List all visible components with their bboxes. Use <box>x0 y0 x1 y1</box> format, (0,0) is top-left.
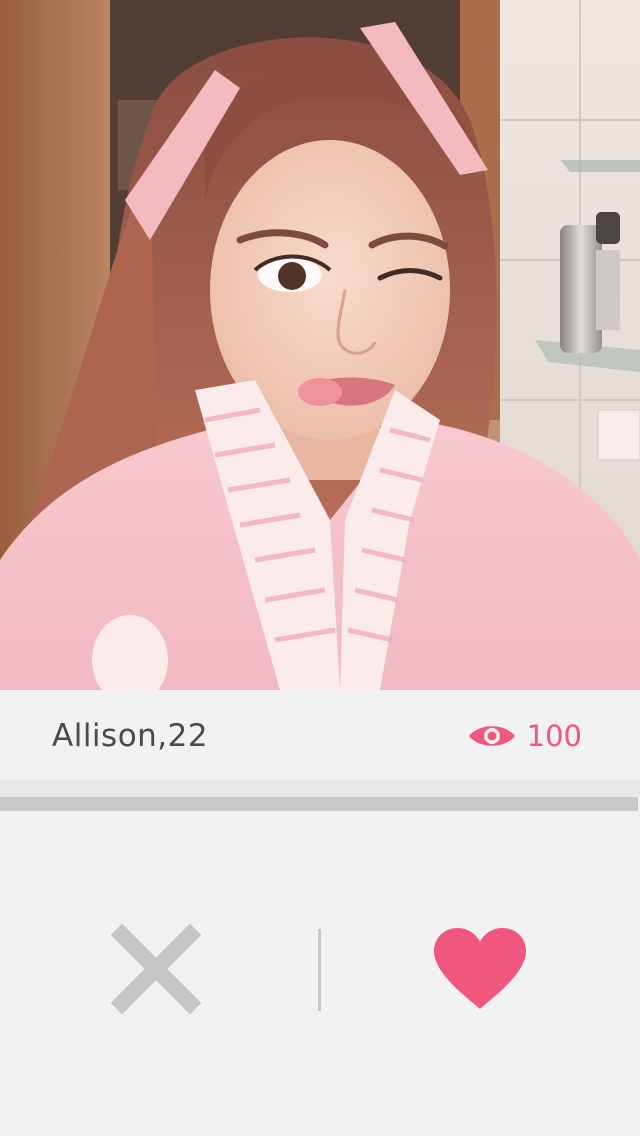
view-count: 100 <box>526 719 582 753</box>
separator-light <box>0 780 640 797</box>
eye-icon <box>468 726 515 746</box>
close-x-icon <box>110 923 202 1015</box>
heart-icon <box>434 928 526 1009</box>
action-area <box>0 811 640 1136</box>
profile-photo[interactable] <box>0 0 640 690</box>
action-divider <box>318 929 321 1011</box>
profile-info-bar: Allison,22 100 <box>0 690 640 780</box>
separator-bar <box>0 797 638 811</box>
views-counter: 100 <box>467 716 582 756</box>
dislike-button[interactable] <box>110 923 202 1015</box>
selfie-illustration <box>0 0 640 690</box>
profile-name-age: Allison,22 <box>52 718 209 754</box>
profile-card-screen: Allison,22 100 <box>0 0 640 1136</box>
like-button[interactable] <box>430 923 530 1015</box>
